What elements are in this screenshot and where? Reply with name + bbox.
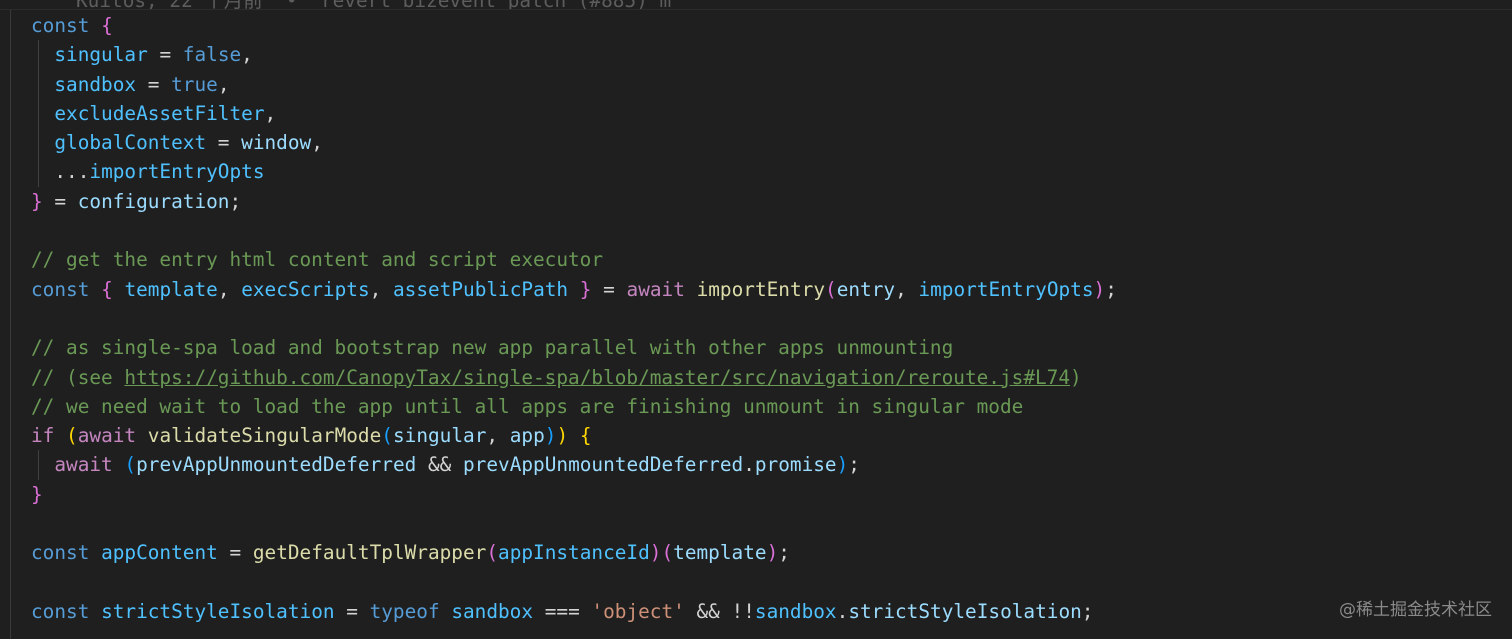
indent-guide bbox=[38, 128, 39, 158]
token-comment: // get the entry html content and script… bbox=[31, 248, 604, 272]
token-literal: true bbox=[171, 72, 218, 96]
indent-guide bbox=[38, 40, 39, 70]
indent-guide bbox=[38, 157, 39, 187]
code-line: globalContext = window, bbox=[31, 128, 1117, 158]
token-keyword: const bbox=[31, 14, 90, 37]
token-bracket: } bbox=[31, 189, 43, 213]
code-line: if (await validateSingularMode(singular,… bbox=[31, 424, 592, 448]
indent-guide bbox=[38, 98, 39, 129]
token-variable: singular bbox=[54, 43, 148, 67]
indent-guide bbox=[38, 69, 39, 99]
code-line: sandbox = true, bbox=[31, 69, 1117, 99]
code-area[interactable]: const { singular = false, sandbox = true… bbox=[31, 11, 1117, 626]
token-variable: importEntryOpts bbox=[89, 160, 265, 184]
code-line: // (see https://github.com/CanopyTax/sin… bbox=[31, 365, 1082, 389]
token-comment: // we need wait to load the app until al… bbox=[31, 394, 1024, 418]
code-line: } = configuration; bbox=[31, 189, 242, 213]
token-variable: globalContext bbox=[54, 131, 207, 155]
token-variable: sandbox bbox=[54, 72, 137, 96]
code-line: await (prevAppUnmountedDeferred && prevA… bbox=[31, 450, 1117, 480]
token-string: 'object' bbox=[591, 599, 685, 623]
code-line: // we need wait to load the app until al… bbox=[31, 392, 1117, 421]
indent-guide bbox=[38, 450, 39, 480]
git-blame-bar: Kuitos, 22 个月前 • revert bizevent patch (… bbox=[0, 0, 1512, 10]
comment-link[interactable]: https://github.com/CanopyTax/single-spa/… bbox=[124, 366, 1070, 389]
code-editor[interactable]: Kuitos, 22 个月前 • revert bizevent patch (… bbox=[0, 0, 1512, 639]
token-spread: ... bbox=[54, 160, 90, 184]
git-blame-text: Kuitos, 22 个月前 • revert bizevent patch (… bbox=[76, 0, 671, 9]
token-function: importEntry bbox=[696, 277, 825, 301]
code-line: excludeAssetFilter, bbox=[31, 98, 1117, 129]
code-line: singular = false, bbox=[31, 40, 1117, 70]
code-line: const { bbox=[31, 11, 1117, 40]
code-line: const appContent = getDefaultTplWrapper(… bbox=[31, 541, 790, 565]
token-variable: configuration bbox=[77, 189, 230, 213]
code-line: const strictStyleIsolation = typeof sand… bbox=[31, 599, 1094, 623]
token-function: getDefaultTplWrapper bbox=[252, 541, 487, 565]
token-variable: excludeAssetFilter bbox=[54, 101, 265, 125]
token-comment: // as single-spa load and bootstrap new … bbox=[31, 336, 954, 360]
code-line: ...importEntryOpts bbox=[31, 157, 1117, 187]
token-function: validateSingularMode bbox=[147, 424, 382, 448]
code-line: } bbox=[31, 482, 43, 506]
token-literal: false bbox=[182, 43, 242, 67]
code-line: // as single-spa load and bootstrap new … bbox=[31, 333, 1117, 362]
code-line: // get the entry html content and script… bbox=[31, 245, 1117, 274]
code-line: const { template, execScripts, assetPubl… bbox=[31, 277, 1117, 301]
gutter-divider bbox=[10, 0, 11, 639]
token-bracket: { bbox=[101, 14, 113, 37]
token-variable: window bbox=[241, 131, 312, 155]
watermark: @稀土掘金技术社区 bbox=[1339, 600, 1492, 620]
